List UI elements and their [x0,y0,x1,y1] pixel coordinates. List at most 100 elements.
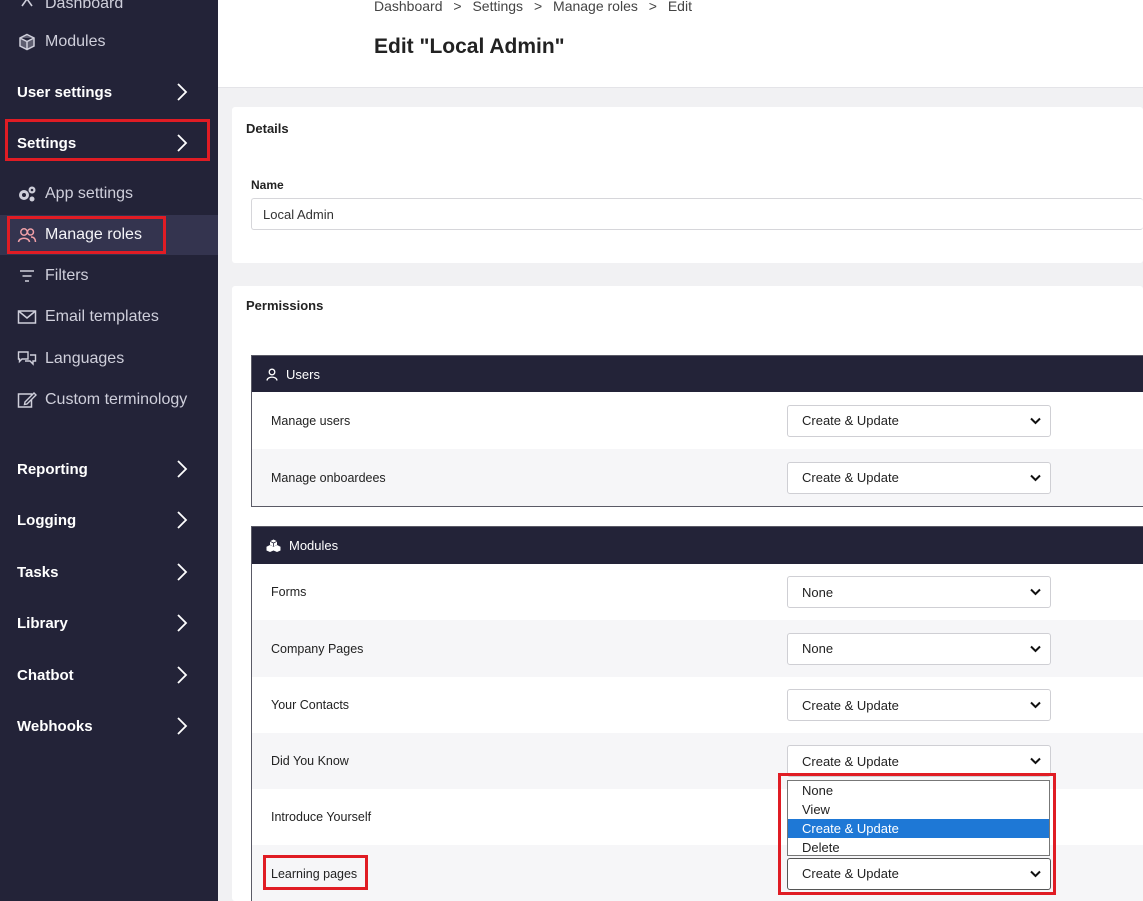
chevron-down-icon [1030,757,1041,765]
chevron-down-icon [1030,645,1041,652]
sidebar-section-logging[interactable]: Logging [0,500,218,540]
sidebar-item-modules[interactable]: Modules [0,22,218,62]
sidebar-section-reporting[interactable]: Reporting [0,449,218,489]
chevron-right-icon [177,134,188,152]
chevron-right-icon [177,666,188,684]
sidebar-item-languages[interactable]: Languages [0,339,218,379]
modules-panel-header: Modules [252,527,1143,564]
sidebar-section-label: Chatbot [17,666,74,684]
chevron-right-icon [177,460,188,478]
dropdown-option-create-update[interactable]: Create & Update [788,819,1049,838]
permission-select[interactable]: None [787,632,1051,665]
cubes-icon [266,539,281,552]
permission-select[interactable]: Create & Update [787,689,1051,721]
permission-row: Forms None [252,564,1143,620]
sidebar-item-dashboard[interactable]: Dashboard [0,0,218,24]
sidebar-item-label: Modules [45,33,106,50]
name-label: Name [251,178,284,192]
permission-row: Manage users Create & Update [252,392,1143,449]
sidebar-section-label: Tasks [17,563,59,581]
sidebar-section-chatbot[interactable]: Chatbot [0,655,218,695]
chevron-right-icon [177,83,188,101]
permission-select[interactable]: Create & Update [787,461,1051,494]
permission-label: Did You Know [271,754,349,768]
page-header: Dashboard > Settings > Manage roles > Ed… [218,0,1143,88]
sidebar-item-email-templates[interactable]: Email templates [0,297,218,337]
breadcrumb-dashboard[interactable]: Dashboard [374,0,443,14]
breadcrumb-separator: > [453,0,462,14]
details-title: Details [246,121,289,136]
sidebar-item-app-settings[interactable]: App settings [0,174,218,214]
sidebar-section-label: Webhooks [17,717,93,735]
modules-panel-title: Modules [289,538,339,553]
breadcrumb-separator: > [533,0,543,14]
permissions-title: Permissions [246,298,324,313]
permission-select[interactable]: Create & Update [787,404,1051,437]
users-panel-header: Users [252,356,1143,392]
sidebar-section-webhooks[interactable]: Webhooks [0,706,218,746]
chevron-right-icon [177,511,188,529]
details-card: Details Name Local Admin [232,107,1143,263]
sidebar-section-user-settings[interactable]: User settings [0,72,218,112]
dropdown-option-delete[interactable]: Delete [788,838,1049,857]
select-value: Create & Update [802,470,899,485]
dropdown-option-none[interactable]: None [788,781,1049,800]
sidebar-section-settings[interactable]: Settings [0,123,218,163]
chevron-right-icon [177,717,188,735]
select-value: Create & Update [802,413,899,428]
sidebar-item-label: App settings [45,185,134,202]
permission-select[interactable]: Create & Update [787,857,1051,890]
sidebar-section-library[interactable]: Library [0,603,218,643]
permission-select[interactable]: None [787,576,1051,608]
chevron-down-icon [1030,474,1041,481]
chevron-down-icon [1030,417,1041,424]
permission-label: Introduce Yourself [271,810,372,824]
permission-select[interactable]: Create & Update [787,745,1051,777]
filter-icon [17,266,37,286]
select-value: Create & Update [802,697,899,713]
sidebar-item-label: Languages [45,350,125,367]
user-icon [266,368,278,381]
breadcrumb-settings[interactable]: Settings [472,0,523,14]
select-value: None [802,641,834,656]
sidebar-item-manage-roles[interactable]: Manage roles [0,215,218,255]
envelope-icon [17,307,37,327]
sidebar-item-label: Manage roles [45,226,142,243]
sidebar-item-filters[interactable]: Filters [0,256,218,296]
sidebar-section-label: Reporting [17,460,88,478]
chevron-right-icon [177,614,188,632]
permission-dropdown-list: None View Create & Update Delete [787,780,1050,856]
sidebar-item-label: Dashboard [45,0,124,12]
select-value: None [802,584,834,600]
breadcrumb-edit: Edit [667,0,692,14]
sidebar-section-label: User settings [17,83,113,101]
permission-row: Company Pages None [252,620,1143,677]
chevron-down-icon [1030,701,1041,709]
permission-label: Learning pages [271,866,358,881]
sidebar-item-custom-terminology[interactable]: Custom terminology [0,380,218,420]
permission-label: Company Pages [271,641,364,656]
breadcrumb-separator: > [648,0,657,14]
users-panel-title: Users [286,366,320,382]
sidebar-section-label: Logging [17,511,77,529]
sidebar: Dashboard Modules User settings Settings… [0,0,218,901]
breadcrumb: Dashboard > Settings > Manage roles > Ed… [374,0,699,14]
sidebar-section-tasks[interactable]: Tasks [0,552,218,592]
name-input[interactable]: Local Admin [251,198,1143,230]
chevron-down-icon [1030,588,1041,596]
users-permissions-panel: Users Manage users Create & Update Manag… [251,355,1143,507]
permission-label: Forms [271,585,307,599]
gears-icon [17,184,37,204]
dropdown-option-view[interactable]: View [788,800,1049,819]
breadcrumb-manage-roles[interactable]: Manage roles [553,0,638,14]
sidebar-section-label: Library [17,614,68,632]
dashboard-icon [17,0,37,14]
chat-bubbles-icon [17,349,37,369]
chevron-right-icon [177,563,188,581]
select-value: Create & Update [802,866,899,881]
sidebar-item-label: Filters [45,267,89,284]
users-icon [17,225,37,245]
permission-label: Your Contacts [271,698,350,712]
chevron-down-icon [1030,870,1041,877]
permission-row: Your Contacts Create & Update [252,677,1143,733]
